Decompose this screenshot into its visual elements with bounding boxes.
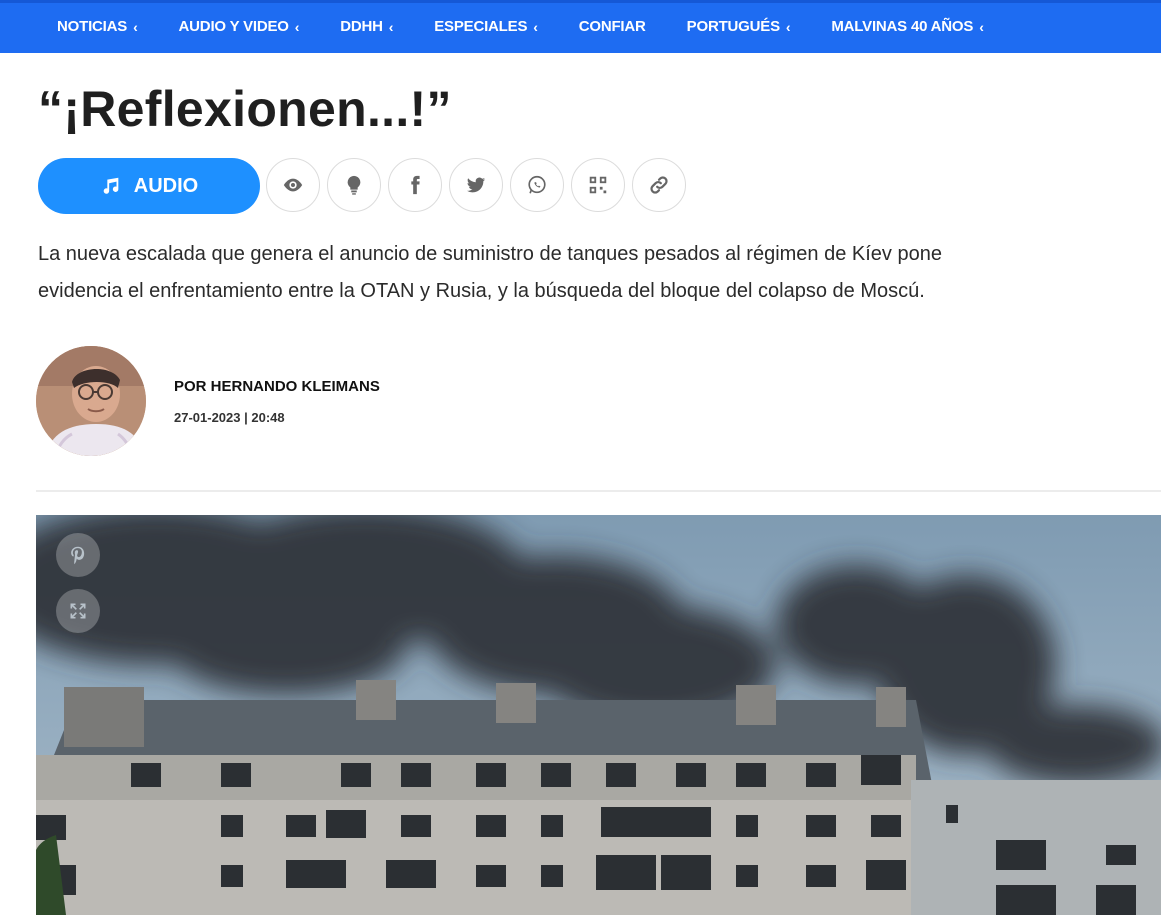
link-icon xyxy=(650,176,668,194)
whatsapp-icon xyxy=(528,175,546,194)
chevron-left-icon: ‹ xyxy=(294,18,300,35)
chevron-left-icon: ‹ xyxy=(133,18,138,35)
idea-button[interactable] xyxy=(327,158,381,212)
lightbulb-icon xyxy=(347,175,361,195)
pinterest-icon xyxy=(71,546,85,565)
copy-link-button[interactable] xyxy=(632,158,686,212)
qr-code-icon xyxy=(589,176,607,194)
audio-label: AUDIO xyxy=(133,174,199,197)
nav-item-portugues[interactable]: PORTUGUÉS ‹ xyxy=(687,18,791,35)
view-count-button[interactable] xyxy=(266,158,320,212)
nav-item-audio-y-video[interactable]: AUDIO Y VIDEO ‹ xyxy=(179,18,300,35)
nav-item-especiales[interactable]: ESPECIALES ‹ xyxy=(434,18,538,35)
article-photo[interactable] xyxy=(36,515,1161,915)
pinterest-button[interactable] xyxy=(56,533,100,577)
chevron-left-icon: ‹ xyxy=(979,18,984,35)
nav-item-noticias[interactable]: NOTICIAS ‹ xyxy=(57,18,138,35)
main-nav: NOTICIAS ‹ AUDIO Y VIDEO ‹ DDHH ‹ ESPECIALE… xyxy=(0,0,1161,53)
whatsapp-share-button[interactable] xyxy=(510,158,564,212)
qr-code-button[interactable] xyxy=(571,158,625,212)
audio-button[interactable]: AUDIO xyxy=(38,158,260,214)
music-note-icon xyxy=(103,177,119,194)
author-name[interactable]: POR HERNANDO KLEIMANS xyxy=(174,378,380,395)
expand-icon xyxy=(70,603,86,619)
nav-item-malvinas[interactable]: MALVINAS 40 AÑOS ‹ xyxy=(831,18,984,35)
chevron-left-icon: ‹ xyxy=(533,18,538,35)
eye-icon xyxy=(283,178,303,192)
article-title: “¡Reflexionen...!” xyxy=(38,81,452,137)
article-lead: La nueva escalada que genera el anuncio … xyxy=(38,243,942,302)
chevron-left-icon: ‹ xyxy=(785,18,791,35)
twitter-icon xyxy=(466,177,486,193)
divider xyxy=(36,490,1161,492)
author-avatar[interactable] xyxy=(36,346,146,456)
nav-item-confiar[interactable]: CONFIAR xyxy=(579,18,646,35)
facebook-icon xyxy=(411,175,420,195)
publish-date: 27-01-2023 | 20:48 xyxy=(174,410,285,425)
twitter-share-button[interactable] xyxy=(449,158,503,212)
facebook-share-button[interactable] xyxy=(388,158,442,212)
fullscreen-button[interactable] xyxy=(56,589,100,633)
nav-item-ddhh[interactable]: DDHH ‹ xyxy=(340,18,393,35)
chevron-left-icon: ‹ xyxy=(388,18,394,35)
